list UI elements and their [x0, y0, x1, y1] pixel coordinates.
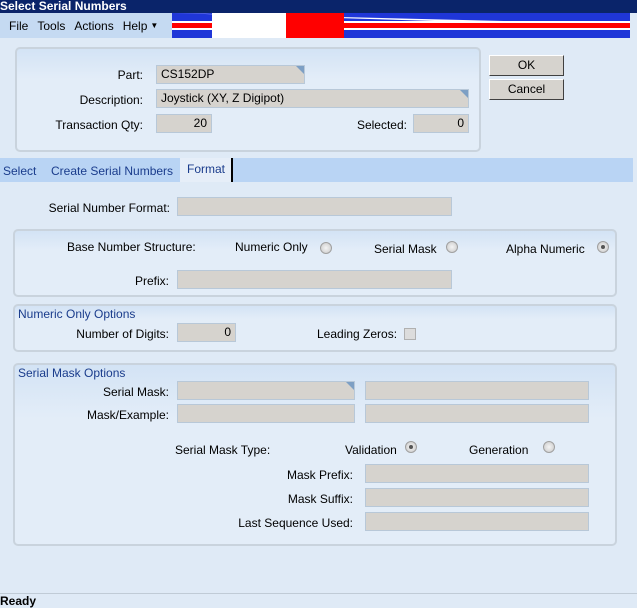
description-field[interactable]: Joystick (XY, Z Digipot): [156, 89, 469, 108]
leading-zeros-checkbox[interactable]: [404, 328, 416, 340]
mask-suffix-field[interactable]: [365, 488, 589, 507]
tab-format[interactable]: Format: [180, 158, 234, 182]
prefix-label: Prefix:: [134, 274, 169, 288]
mask-prefix-field[interactable]: [365, 464, 589, 483]
transaction-qty-field[interactable]: 20: [156, 114, 212, 133]
mask-prefix-label: Mask Prefix:: [286, 468, 353, 482]
mask-example-label: Mask/Example:: [86, 408, 169, 422]
last-sequence-field[interactable]: [365, 512, 589, 531]
alpha-numeric-label: Alpha Numeric: [506, 242, 585, 256]
title-bar: Select Serial Numbers: [0, 0, 637, 13]
serial-mask-field-label: Serial Mask:: [102, 385, 169, 399]
tab-select[interactable]: Select: [3, 164, 36, 178]
menu-bar: File Tools Actions Help ▼: [0, 13, 172, 38]
serial-mask-radio[interactable]: [446, 241, 458, 253]
serial-mask-options-title: Serial Mask Options: [18, 366, 126, 380]
description-label: Description:: [79, 93, 143, 107]
menu-tools[interactable]: Tools: [37, 19, 65, 33]
validation-radio[interactable]: [405, 441, 417, 453]
union-flag-banner: [172, 13, 630, 38]
serial-number-format-label: Serial Number Format:: [48, 201, 170, 215]
serial-number-format-field[interactable]: [177, 197, 452, 216]
menu-help[interactable]: Help: [123, 19, 148, 33]
number-of-digits-label: Number of Digits:: [76, 327, 169, 341]
tab-strip: Select Create Serial Numbers Format: [0, 158, 633, 182]
menu-actions[interactable]: Actions: [74, 19, 113, 33]
cancel-button[interactable]: Cancel: [489, 79, 564, 100]
serial-mask-field[interactable]: [177, 381, 355, 400]
numeric-options-title: Numeric Only Options: [18, 307, 136, 321]
transaction-qty-label: Transaction Qty:: [55, 118, 143, 132]
serial-mask-type-label: Serial Mask Type:: [175, 443, 271, 457]
alpha-numeric-radio[interactable]: [597, 241, 609, 253]
menu-overflow-icon[interactable]: ▼: [150, 21, 158, 30]
generation-label: Generation: [469, 443, 529, 457]
selected-label: Selected:: [356, 118, 407, 132]
part-label: Part:: [117, 68, 143, 82]
ok-button[interactable]: OK: [489, 55, 564, 76]
prefix-field[interactable]: [177, 270, 452, 289]
menu-file[interactable]: File: [9, 19, 28, 33]
numeric-only-radio[interactable]: [320, 242, 332, 254]
leading-zeros-label: Leading Zeros:: [317, 327, 398, 341]
serial-mask-description-field[interactable]: [365, 381, 589, 400]
status-bar: Ready: [0, 593, 637, 608]
number-of-digits-field[interactable]: 0: [177, 323, 236, 342]
part-field[interactable]: CS152DP: [156, 65, 305, 84]
base-structure-label: Base Number Structure:: [67, 240, 196, 254]
last-sequence-label: Last Sequence Used:: [238, 516, 353, 530]
numeric-only-label: Numeric Only: [235, 240, 308, 254]
validation-label: Validation: [345, 443, 397, 457]
selected-field[interactable]: 0: [413, 114, 469, 133]
tab-create-serial-numbers[interactable]: Create Serial Numbers: [51, 164, 173, 178]
mask-example-field[interactable]: [177, 404, 355, 423]
generation-radio[interactable]: [543, 441, 555, 453]
mask-example-result-field[interactable]: [365, 404, 589, 423]
mask-suffix-label: Mask Suffix:: [287, 492, 353, 506]
serial-mask-label: Serial Mask: [374, 242, 437, 256]
